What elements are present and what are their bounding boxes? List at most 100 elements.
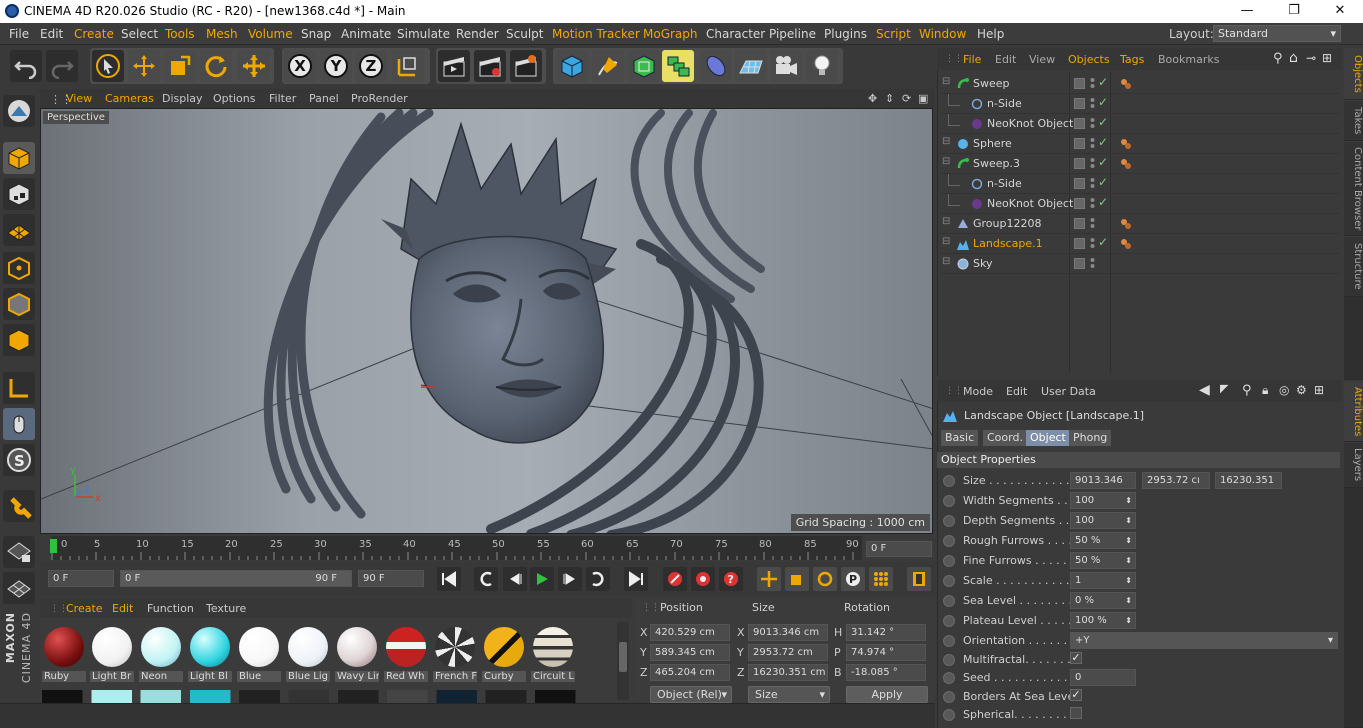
animate-radio-icon[interactable]: [943, 595, 955, 607]
menu-mograph[interactable]: MoGraph: [643, 27, 698, 41]
material-swatch[interactable]: Neon: [139, 626, 183, 686]
object-row[interactable]: ⊟ Sphere ✓: [940, 134, 1340, 154]
enabled-check-icon[interactable]: ✓: [1098, 175, 1108, 189]
material-swatch[interactable]: Light Br: [90, 626, 134, 686]
search-icon[interactable]: ⚲: [1242, 383, 1252, 398]
menu-tools[interactable]: Tools: [165, 27, 195, 41]
side-tab-content-browser[interactable]: Content Browser: [1344, 142, 1363, 236]
position-x-field[interactable]: 420.529 cm: [650, 624, 730, 641]
menu-simulate[interactable]: Simulate: [397, 27, 450, 41]
menu-motion-tracker[interactable]: Motion Tracker: [552, 27, 640, 41]
menu-file[interactable]: File: [9, 27, 29, 41]
apply-button[interactable]: Apply: [846, 686, 928, 703]
menu-create[interactable]: Create: [74, 27, 114, 41]
object-row[interactable]: ⊟ Sweep ✓: [940, 74, 1340, 94]
tree-expand-icon[interactable]: ⊟: [942, 216, 950, 227]
object-name[interactable]: NeoKnot Object: [987, 197, 1073, 210]
lock-icon[interactable]: 🔒︎: [1262, 383, 1268, 398]
size-z-field[interactable]: 16230.351 cm: [748, 664, 828, 681]
menu-window[interactable]: Window: [919, 27, 966, 41]
axis-mode-button[interactable]: [3, 372, 35, 404]
prev-key-button[interactable]: [474, 567, 498, 591]
editor-render-dots-icon[interactable]: [1090, 157, 1095, 169]
editor-render-dots-icon[interactable]: [1090, 257, 1095, 269]
goto-end-button[interactable]: [624, 567, 648, 591]
object-name[interactable]: Landscape.1: [973, 237, 1043, 250]
light-object-button[interactable]: [806, 50, 838, 82]
layer-visibility-icon[interactable]: [1074, 138, 1085, 149]
coordinate-system-button[interactable]: [392, 50, 424, 82]
back-arrow-icon[interactable]: ◀: [1199, 382, 1210, 398]
material-swatch[interactable]: Blue: [237, 626, 281, 686]
editor-render-dots-icon[interactable]: [1090, 97, 1095, 109]
planar-workplane-button[interactable]: [3, 572, 35, 604]
animate-radio-icon[interactable]: [943, 635, 955, 647]
menu-render[interactable]: Render: [456, 27, 499, 41]
key-scale-button[interactable]: [785, 567, 809, 591]
stepper-icon[interactable]: ⬍: [1125, 493, 1132, 508]
layer-visibility-icon[interactable]: [1074, 218, 1085, 229]
attribute-tab-object[interactable]: Object: [1026, 430, 1070, 446]
object-name[interactable]: n-Side: [987, 177, 1022, 190]
camera-object-button[interactable]: [770, 50, 802, 82]
animate-radio-icon[interactable]: [943, 654, 955, 666]
am-menu-edit[interactable]: Edit: [1006, 385, 1027, 398]
scale-tool-button[interactable]: [164, 50, 196, 82]
attribute-tab-coord[interactable]: Coord.: [983, 430, 1027, 446]
borders-at-sea-level-checkbox[interactable]: ✓: [1070, 689, 1082, 701]
minimize-button[interactable]: —: [1224, 0, 1270, 23]
autokey-button[interactable]: [691, 567, 715, 591]
size-y-input[interactable]: 2953.72 cı: [1142, 472, 1210, 489]
layer-visibility-icon[interactable]: [1074, 78, 1085, 89]
om-menu-objects[interactable]: Objects: [1068, 53, 1110, 66]
side-tab-attributes[interactable]: Attributes: [1344, 382, 1363, 442]
goto-start-button[interactable]: [437, 567, 461, 591]
cube-object-button[interactable]: [556, 50, 588, 82]
material-tag-icon[interactable]: [1120, 78, 1132, 90]
editor-render-dots-icon[interactable]: [1090, 137, 1095, 149]
key-position-button[interactable]: [757, 567, 781, 591]
layer-visibility-icon[interactable]: [1074, 158, 1085, 169]
target-icon[interactable]: ◎: [1279, 383, 1289, 397]
make-editable-button[interactable]: [3, 95, 35, 127]
object-row[interactable]: n-Side ✓: [940, 94, 1340, 114]
menu-animate[interactable]: Animate: [341, 27, 391, 41]
animate-radio-icon[interactable]: [943, 555, 955, 567]
snap-button[interactable]: S: [3, 444, 35, 476]
pen-spline-button[interactable]: [592, 50, 624, 82]
tree-expand-icon[interactable]: ⊟: [942, 256, 950, 267]
attr-value-input[interactable]: 50 % ⬍: [1070, 532, 1136, 549]
animate-radio-icon[interactable]: [943, 672, 955, 684]
new-panel-icon[interactable]: ⊞: [1322, 51, 1332, 65]
stepper-icon[interactable]: ⬍: [1125, 593, 1132, 608]
viewport-menu-view[interactable]: View: [66, 92, 92, 105]
side-tab-takes[interactable]: Takes: [1344, 101, 1363, 141]
object-name[interactable]: Sweep.3: [973, 157, 1020, 170]
render-settings-button[interactable]: [510, 50, 542, 82]
animate-radio-icon[interactable]: [943, 615, 955, 627]
animate-radio-icon[interactable]: [943, 495, 955, 507]
enabled-check-icon[interactable]: ✓: [1098, 155, 1108, 169]
redo-button[interactable]: [46, 50, 78, 82]
animate-radio-icon[interactable]: [943, 515, 955, 527]
menu-volume[interactable]: Volume: [248, 27, 293, 41]
texture-mode-button[interactable]: [3, 178, 35, 210]
keyframe-selection-button[interactable]: ?: [719, 567, 743, 591]
material-tag-icon[interactable]: [1120, 158, 1132, 170]
attribute-tab-phong[interactable]: Phong: [1069, 430, 1112, 446]
viewport-menu-panel[interactable]: Panel: [309, 92, 339, 105]
viewport-menu-options[interactable]: Options: [213, 92, 255, 105]
subdivision-surface-button[interactable]: [628, 50, 660, 82]
z-axis-lock-button[interactable]: Z: [355, 50, 387, 82]
animate-radio-icon[interactable]: [943, 535, 955, 547]
attribute-tab-basic[interactable]: Basic: [941, 430, 979, 446]
magnet-snapping-button[interactable]: [3, 490, 35, 522]
object-name[interactable]: NeoKnot Object: [987, 117, 1073, 130]
object-name[interactable]: Group12208: [973, 217, 1041, 230]
layout-select[interactable]: Standard ▾: [1213, 25, 1341, 42]
attr-value-input[interactable]: 100 % ⬍: [1070, 612, 1136, 629]
position-z-field[interactable]: 465.204 cm: [650, 664, 730, 681]
animate-radio-icon[interactable]: [943, 575, 955, 587]
size-z-input[interactable]: 16230.351: [1215, 472, 1282, 489]
animate-radio-icon[interactable]: [943, 691, 955, 703]
